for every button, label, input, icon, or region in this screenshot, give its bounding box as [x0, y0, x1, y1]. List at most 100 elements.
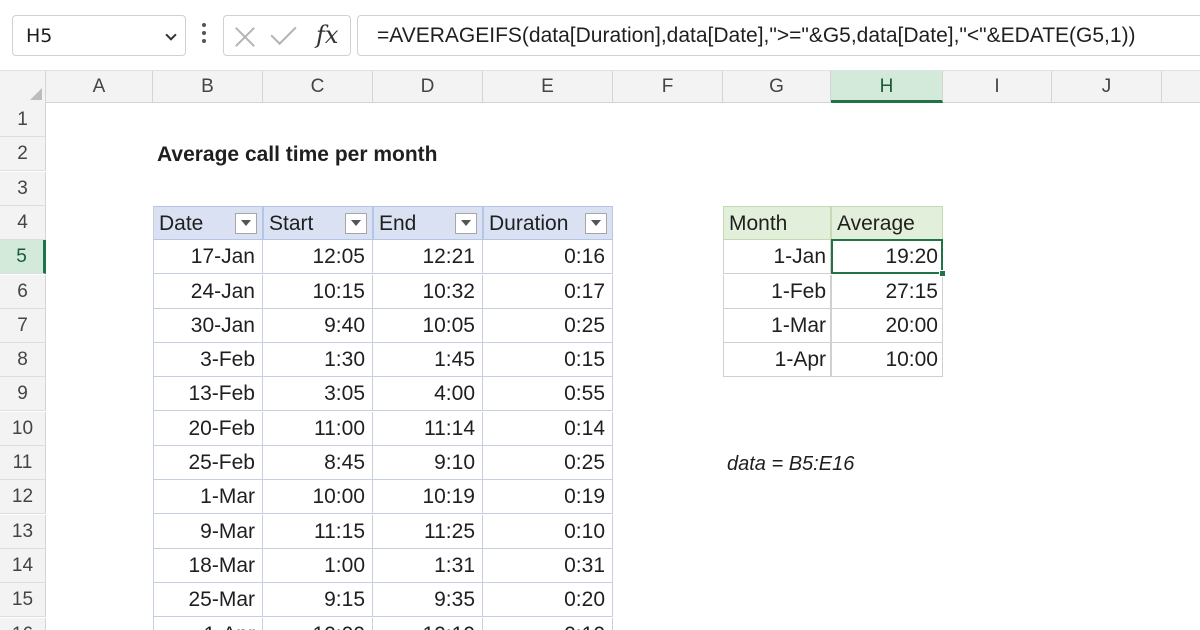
table-cell-date[interactable]: 18-Mar [153, 548, 263, 583]
summary-header-month[interactable]: Month [723, 205, 831, 240]
table-cell-start[interactable]: 11:00 [263, 411, 373, 446]
summary-cell-month[interactable]: 1-Jan [723, 240, 831, 275]
table-cell-duration[interactable]: 0:16 [483, 240, 613, 275]
row-header-11[interactable]: 11 [0, 446, 46, 480]
table-cell-date[interactable]: 9-Mar [153, 514, 263, 549]
column-header-i[interactable]: I [943, 71, 1052, 103]
table-cell-start[interactable]: 8:45 [263, 446, 373, 480]
named-range-note[interactable]: data = B5:E16 [727, 447, 854, 481]
filter-dropdown-icon[interactable] [585, 212, 607, 234]
row-header-6[interactable]: 6 [0, 274, 46, 309]
chevron-down-icon[interactable] [165, 29, 177, 41]
row-header-2[interactable]: 2 [0, 137, 46, 172]
column-header-d[interactable]: D [373, 71, 483, 103]
column-header-g[interactable]: G [723, 71, 831, 103]
table-cell-end[interactable]: 10:05 [373, 308, 483, 343]
table-cell-end[interactable]: 10:10 [373, 617, 483, 630]
column-header-c[interactable]: C [263, 71, 373, 103]
table-cell-end[interactable]: 10:32 [373, 274, 483, 309]
table-cell-end[interactable]: 1:31 [373, 548, 483, 583]
more-options-icon[interactable] [202, 23, 206, 47]
summary-cell-average[interactable]: 27:15 [831, 274, 943, 309]
row-header-14[interactable]: 14 [0, 548, 46, 583]
row-header-12[interactable]: 12 [0, 480, 46, 515]
column-header-h[interactable]: H [831, 71, 943, 103]
table-cell-start[interactable]: 1:00 [263, 548, 373, 583]
table-cell-start[interactable]: 10:00 [263, 617, 373, 630]
table-cell-end[interactable]: 1:45 [373, 343, 483, 378]
table-cell-start[interactable]: 9:40 [263, 308, 373, 343]
table-cell-end[interactable]: 11:14 [373, 411, 483, 446]
row-header-9[interactable]: 9 [0, 377, 46, 412]
name-box[interactable]: H5 [12, 15, 186, 56]
summary-cell-average[interactable]: 20:00 [831, 308, 943, 343]
formula-input[interactable]: =AVERAGEIFS(data[Duration],data[Date],">… [357, 15, 1200, 56]
table-cell-end[interactable]: 9:10 [373, 446, 483, 480]
table-cell-start[interactable]: 11:15 [263, 514, 373, 549]
table-cell-end[interactable]: 10:19 [373, 480, 483, 515]
filter-dropdown-icon[interactable] [455, 212, 477, 234]
table-cell-date[interactable]: 24-Jan [153, 274, 263, 309]
table-cell-duration[interactable]: 0:15 [483, 343, 613, 378]
row-header-5[interactable]: 5 [0, 240, 46, 275]
summary-cell-month[interactable]: 1-Mar [723, 308, 831, 343]
table-cell-duration[interactable]: 0:25 [483, 308, 613, 343]
row-header-13[interactable]: 13 [0, 514, 46, 549]
column-header-j[interactable]: J [1052, 71, 1162, 103]
table-cell-end[interactable]: 12:21 [373, 240, 483, 275]
table-cell-date[interactable]: 17-Jan [153, 240, 263, 275]
active-cell-border[interactable] [831, 239, 946, 277]
column-header-f[interactable]: F [613, 71, 723, 103]
table-cell-start[interactable]: 10:00 [263, 480, 373, 515]
table-header-start[interactable]: Start [263, 205, 373, 240]
table-cell-start[interactable]: 3:05 [263, 377, 373, 412]
column-header-a[interactable]: A [46, 71, 153, 103]
table-cell-start[interactable]: 10:15 [263, 274, 373, 309]
table-cell-date[interactable]: 30-Jan [153, 308, 263, 343]
table-cell-duration[interactable]: 0:31 [483, 548, 613, 583]
cancel-icon[interactable] [234, 25, 256, 47]
summary-cell-month[interactable]: 1-Apr [723, 343, 831, 378]
table-cell-date[interactable]: 25-Feb [153, 446, 263, 480]
table-cell-duration[interactable]: 0:55 [483, 377, 613, 412]
table-cell-date[interactable]: 20-Feb [153, 411, 263, 446]
table-cell-end[interactable]: 11:25 [373, 514, 483, 549]
summary-header-average[interactable]: Average [831, 205, 943, 240]
fill-handle[interactable] [939, 270, 946, 277]
table-cell-duration[interactable]: 0:10 [483, 617, 613, 630]
row-header-15[interactable]: 15 [0, 583, 46, 618]
summary-cell-month[interactable]: 1-Feb [723, 274, 831, 309]
table-cell-date[interactable]: 25-Mar [153, 583, 263, 618]
table-cell-start[interactable]: 12:05 [263, 240, 373, 275]
summary-cell-average[interactable]: 10:00 [831, 343, 943, 378]
table-cell-duration[interactable]: 0:17 [483, 274, 613, 309]
column-header-e[interactable]: E [483, 71, 613, 103]
table-cell-duration[interactable]: 0:10 [483, 514, 613, 549]
row-header-10[interactable]: 10 [0, 411, 46, 446]
table-cell-end[interactable]: 4:00 [373, 377, 483, 412]
table-header-duration[interactable]: Duration [483, 205, 613, 240]
filter-dropdown-icon[interactable] [235, 212, 257, 234]
row-header-1[interactable]: 1 [0, 103, 46, 137]
table-cell-date[interactable]: 1-Mar [153, 480, 263, 515]
table-cell-date[interactable]: 1-Apr [153, 617, 263, 630]
column-header-b[interactable]: B [153, 71, 263, 103]
row-header-8[interactable]: 8 [0, 343, 46, 378]
table-cell-duration[interactable]: 0:20 [483, 583, 613, 618]
table-cell-duration[interactable]: 0:25 [483, 446, 613, 480]
insert-function-icon[interactable]: fx [316, 21, 338, 49]
table-cell-end[interactable]: 9:35 [373, 583, 483, 618]
table-cell-date[interactable]: 3-Feb [153, 343, 263, 378]
table-cell-duration[interactable]: 0:14 [483, 411, 613, 446]
enter-check-icon[interactable] [270, 18, 297, 46]
sheet-title[interactable]: Average call time per month [157, 138, 437, 172]
table-header-date[interactable]: Date [153, 205, 263, 240]
select-all-corner[interactable] [0, 71, 46, 103]
row-header-4[interactable]: 4 [0, 205, 46, 240]
table-header-end[interactable]: End [373, 205, 483, 240]
table-cell-duration[interactable]: 0:19 [483, 480, 613, 515]
row-header-16[interactable]: 16 [0, 617, 46, 630]
table-cell-start[interactable]: 1:30 [263, 343, 373, 378]
table-cell-start[interactable]: 9:15 [263, 583, 373, 618]
table-cell-date[interactable]: 13-Feb [153, 377, 263, 412]
